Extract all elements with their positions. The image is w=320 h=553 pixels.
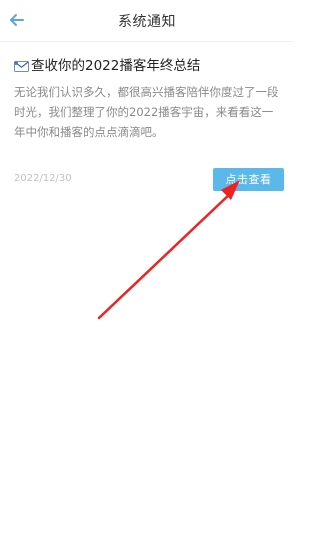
page-title: 系统通知 — [118, 14, 176, 30]
message-title-row: 查收你的2022播客年终总结 — [14, 56, 282, 76]
notification-page: 系统通知 查收你的2022播客年终总结 无论我们认识多久，都很高兴播客陪伴你度过… — [0, 0, 294, 553]
top-bar: 系统通知 — [0, 0, 294, 42]
notification-message: 查收你的2022播客年终总结 无论我们认识多久，都很高兴播客陪伴你度过了一段时光… — [14, 56, 282, 142]
message-title: 查收你的2022播客年终总结 — [31, 58, 201, 74]
message-date: 2022/12/30 — [14, 173, 72, 184]
view-details-button[interactable]: 点击查看 — [213, 168, 284, 191]
envelope-icon — [14, 60, 29, 72]
message-body: 无论我们认识多久，都很高兴播客陪伴你度过了一段时光，我们整理了你的2022播客宇… — [14, 85, 279, 139]
